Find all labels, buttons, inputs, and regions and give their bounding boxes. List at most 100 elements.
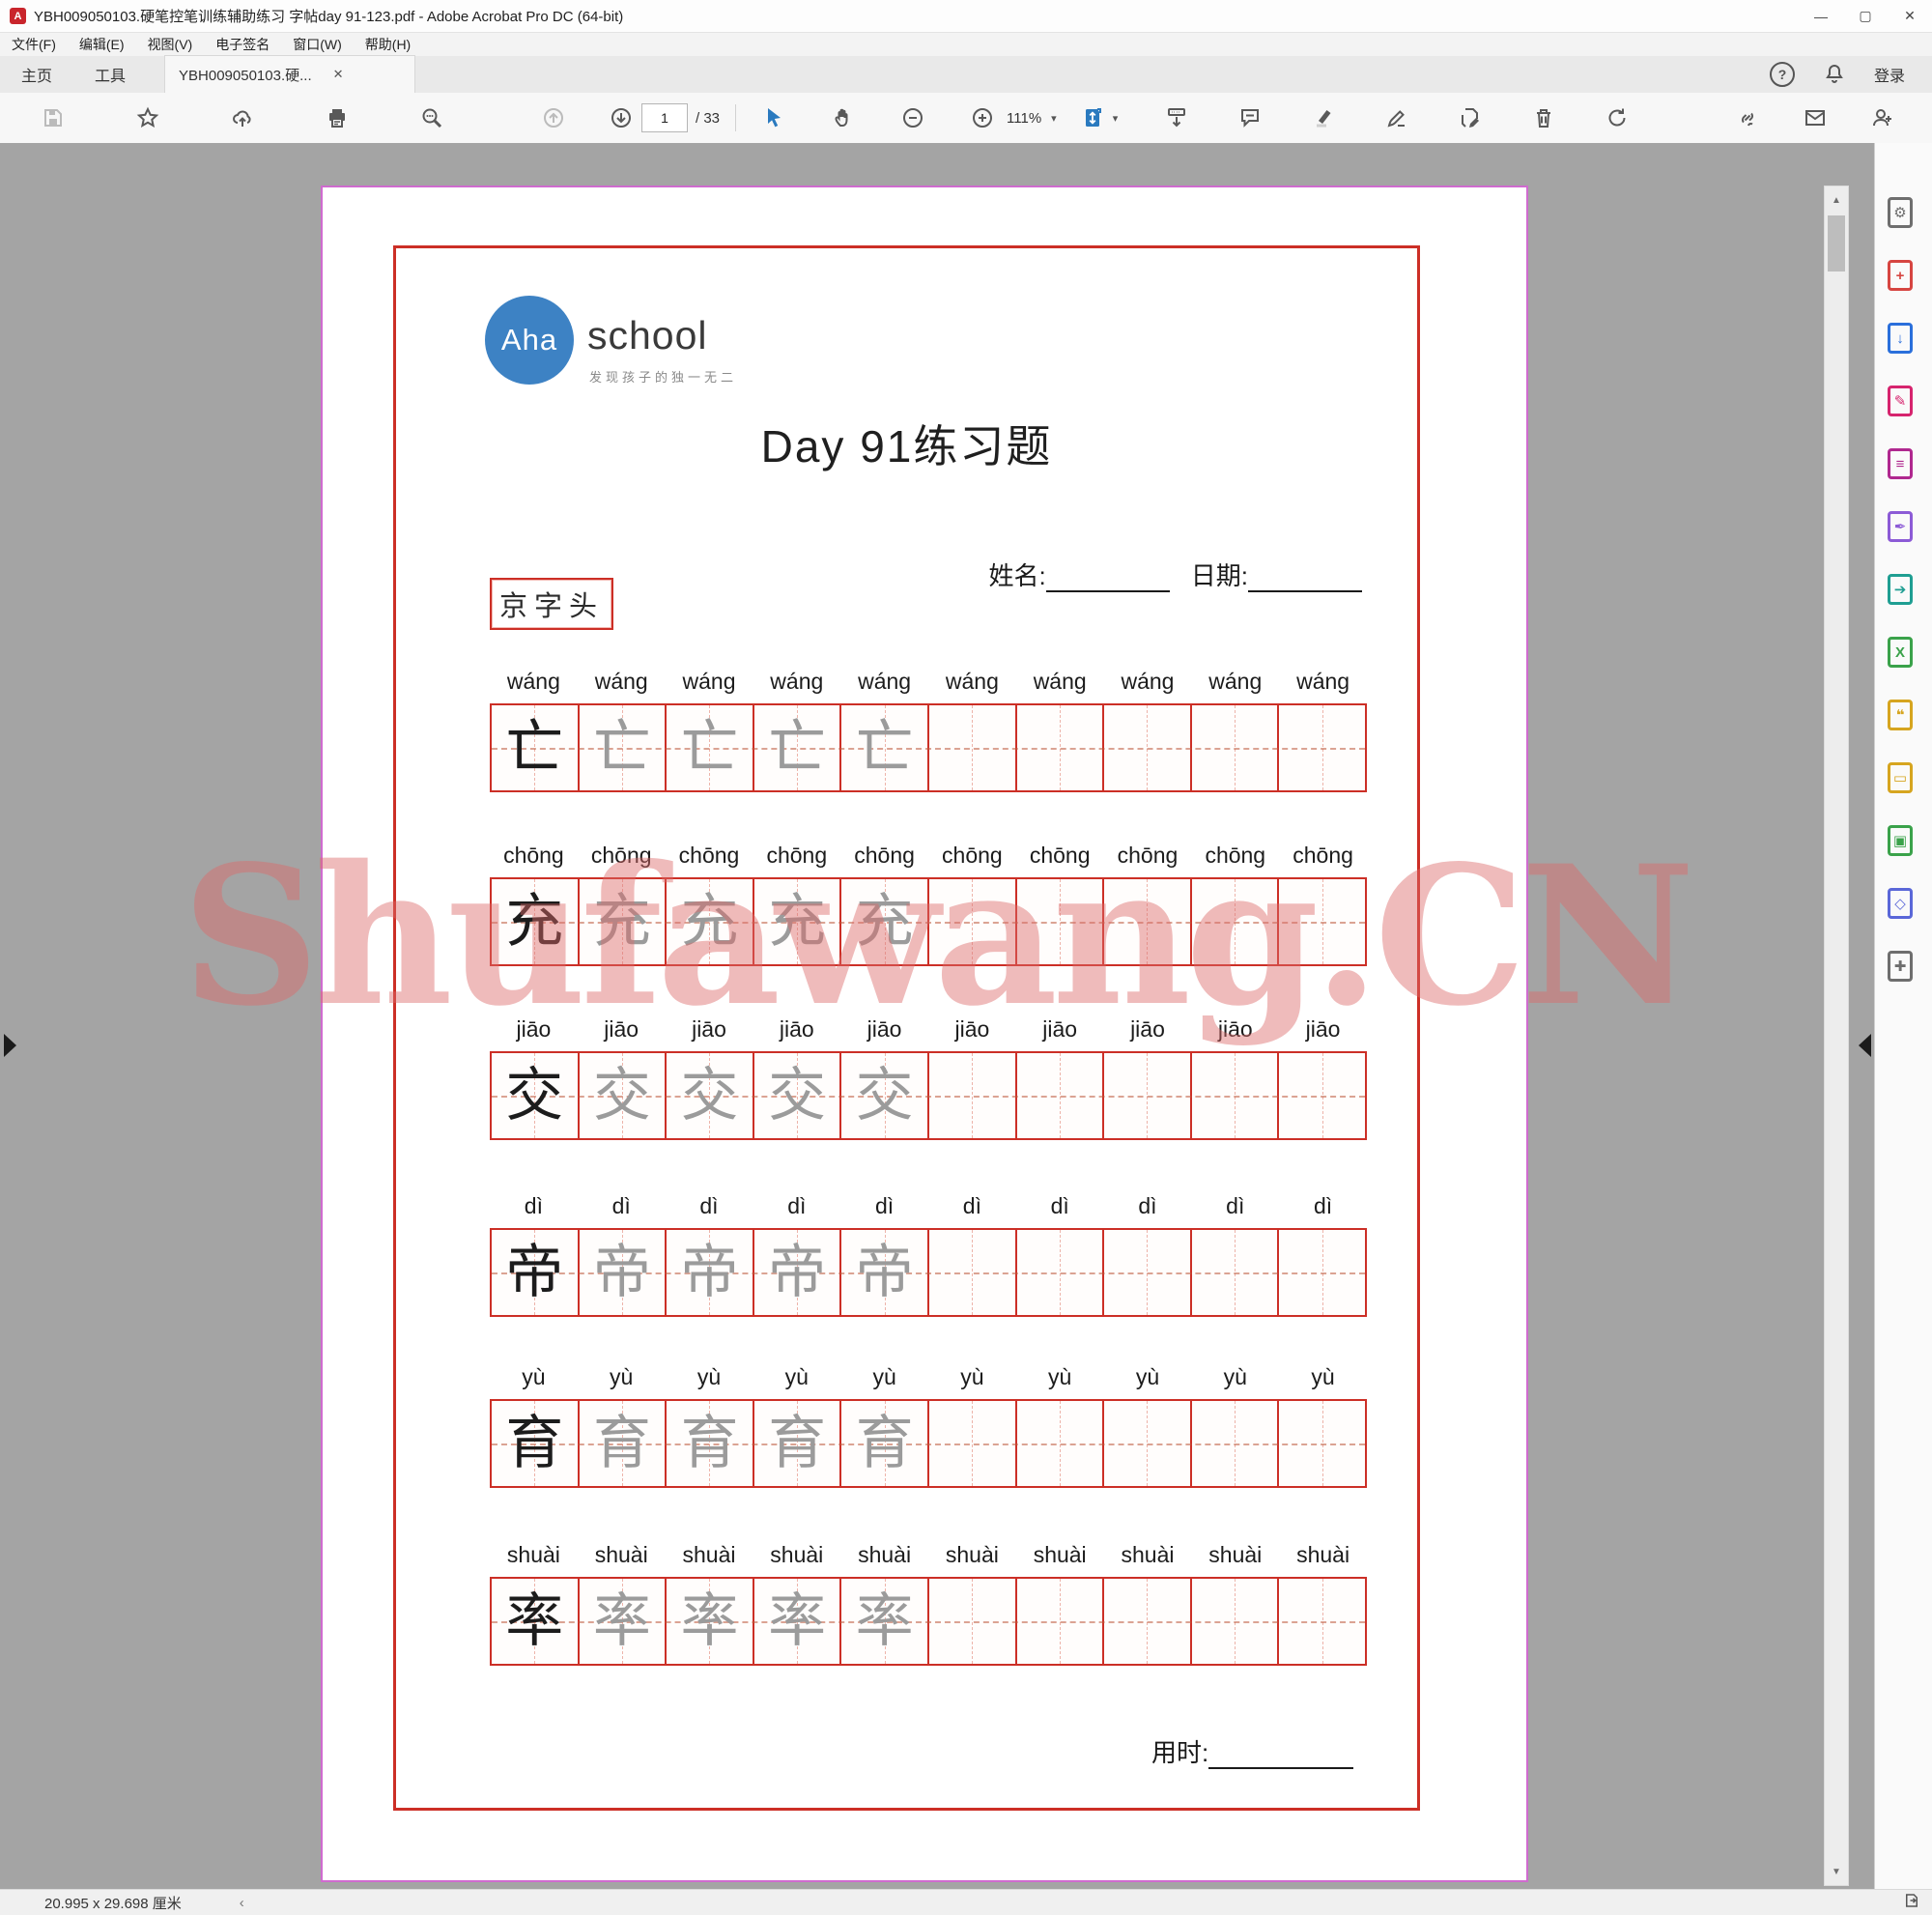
fill-sign-icon[interactable]: ✒ xyxy=(1888,511,1920,544)
zoom-out-icon[interactable] xyxy=(898,103,927,132)
page-total-label: / 33 xyxy=(696,110,720,127)
name-date-line: 姓名: 日期: xyxy=(323,557,1362,592)
tab-close-icon[interactable]: ✕ xyxy=(333,67,344,82)
tab-document[interactable]: YBH009050103.硬... ✕ xyxy=(164,55,415,93)
practice-cell xyxy=(1192,1579,1280,1664)
tab-bar: 主页 工具 YBH009050103.硬... ✕ ? 登录 xyxy=(0,56,1932,93)
menu-item[interactable]: 电子签名 xyxy=(204,33,281,56)
zoom-dropdown-caret-icon[interactable]: ▾ xyxy=(1051,112,1057,125)
maximize-button[interactable]: ▢ xyxy=(1843,0,1888,32)
notifications-bell-icon[interactable] xyxy=(1820,60,1849,89)
pinyin-label: dì xyxy=(1016,1193,1104,1228)
time-line: 用时: xyxy=(1151,1733,1353,1769)
practice-cell: 帝 xyxy=(754,1230,842,1315)
scroll-up-icon[interactable]: ▲ xyxy=(1825,188,1848,212)
select-tool-icon[interactable] xyxy=(759,103,788,132)
help-icon[interactable]: ? xyxy=(1770,62,1795,87)
pinyin-label: yù xyxy=(1191,1364,1279,1399)
highlight-icon[interactable] xyxy=(1309,103,1338,132)
minimize-button[interactable]: — xyxy=(1799,0,1843,32)
page-number-input[interactable] xyxy=(641,103,688,132)
scroll-down-icon[interactable]: ▼ xyxy=(1825,1860,1848,1883)
tab-tools[interactable]: 工具 xyxy=(73,56,147,93)
sign-icon[interactable] xyxy=(1382,103,1411,132)
pinyin-label: yù xyxy=(840,1364,928,1399)
practice-cell xyxy=(1017,1053,1105,1138)
practice-cell: 交 xyxy=(580,1053,668,1138)
zoom-in-icon[interactable] xyxy=(968,103,997,132)
delete-pages-icon[interactable] xyxy=(1529,103,1558,132)
login-button[interactable]: 登录 xyxy=(1874,63,1905,86)
menu-item[interactable]: 帮助(H) xyxy=(354,33,422,56)
edit-export-icon[interactable] xyxy=(1456,103,1485,132)
expand-panel-icon[interactable] xyxy=(1903,1892,1920,1913)
fit-width-icon[interactable] xyxy=(1078,103,1107,132)
scroll-mode-icon[interactable] xyxy=(1162,103,1191,132)
practice-cell: 率 xyxy=(841,1579,929,1664)
pdf-page[interactable]: Aha school 发现孩子的独一无二 Day 91练习题 姓名: 日期: 京… xyxy=(321,186,1528,1882)
pinyin-label: shuài xyxy=(1191,1542,1279,1577)
export-pdf-icon[interactable]: ↓ xyxy=(1888,323,1920,356)
right-panel-toggle-icon[interactable] xyxy=(1859,1034,1871,1057)
next-page-icon[interactable] xyxy=(607,103,636,132)
zoom-level-value[interactable]: 111% xyxy=(1007,110,1041,127)
trace-character: 交 xyxy=(667,1053,753,1138)
more-tools-icon[interactable]: ✚ xyxy=(1888,951,1920,984)
menu-item[interactable]: 视图(V) xyxy=(136,33,205,56)
print-icon[interactable] xyxy=(323,103,352,132)
edit-pdf-icon[interactable]: ✎ xyxy=(1888,386,1920,418)
pinyin-label: wáng xyxy=(490,669,578,703)
tab-home[interactable]: 主页 xyxy=(0,56,73,93)
pinyin-label: jiāo xyxy=(1104,1016,1192,1051)
example-character: 率 xyxy=(492,1579,578,1664)
pinyin-label: chōng xyxy=(1279,843,1367,877)
pinyin-label: chōng xyxy=(1191,843,1279,877)
comment-panel-icon[interactable]: ▭ xyxy=(1888,762,1920,795)
practice-cell xyxy=(1192,1053,1280,1138)
export-excel-icon[interactable]: X xyxy=(1888,637,1920,670)
refresh-icon[interactable] xyxy=(1603,103,1632,132)
previous-page-icon[interactable] xyxy=(539,103,568,132)
menu-item[interactable]: 编辑(E) xyxy=(68,33,136,56)
vertical-scrollbar[interactable]: ▲ ▼ xyxy=(1824,186,1849,1886)
save-icon[interactable] xyxy=(39,103,68,132)
title-bar: A YBH009050103.硬笔控笔训练辅助练习 字帖day 91-123.p… xyxy=(0,0,1932,33)
star-icon[interactable] xyxy=(133,103,162,132)
organize-pages-icon[interactable]: ≡ xyxy=(1888,448,1920,481)
request-signature-icon[interactable]: ❝ xyxy=(1888,700,1920,732)
view-settings-icon[interactable]: ⚙ xyxy=(1888,197,1920,230)
export-pdf-icon: ↓ xyxy=(1888,323,1913,354)
send-review-icon[interactable]: ➔ xyxy=(1888,574,1920,607)
practice-cell xyxy=(1017,705,1105,790)
trace-character: 育 xyxy=(841,1401,927,1486)
protect-icon[interactable]: ◇ xyxy=(1888,888,1920,921)
practice-grid: 充充充充充 xyxy=(490,877,1367,966)
close-button[interactable]: ✕ xyxy=(1888,0,1932,32)
share-cloud-icon[interactable] xyxy=(228,103,257,132)
practice-cell xyxy=(1279,1230,1365,1315)
menu-item[interactable]: 文件(F) xyxy=(0,33,68,56)
trace-character: 交 xyxy=(754,1053,840,1138)
fit-dropdown-caret-icon[interactable]: ▾ xyxy=(1113,112,1119,125)
email-icon[interactable] xyxy=(1801,103,1830,132)
hand-tool-icon[interactable] xyxy=(829,103,858,132)
left-panel-toggle-icon[interactable] xyxy=(4,1034,16,1057)
date-label: 日期: xyxy=(1191,557,1248,592)
comment-icon[interactable] xyxy=(1236,103,1264,132)
search-icon[interactable] xyxy=(417,103,446,132)
menu-item[interactable]: 窗口(W) xyxy=(281,33,354,56)
practice-cell: 育 xyxy=(841,1401,929,1486)
scan-ocr-icon[interactable]: ▣ xyxy=(1888,825,1920,858)
add-account-icon[interactable] xyxy=(1868,103,1897,132)
practice-row: chōngchōngchōngchōngchōngchōngchōngchōng… xyxy=(490,843,1367,966)
practice-cell: 率 xyxy=(580,1579,668,1664)
document-canvas[interactable]: Aha school 发现孩子的独一无二 Day 91练习题 姓名: 日期: 京… xyxy=(0,143,1932,1889)
fill-sign-icon: ✒ xyxy=(1888,511,1913,542)
pinyin-label: jiāo xyxy=(753,1016,840,1051)
pinyin-label: yù xyxy=(753,1364,840,1399)
hscroll-left-icon[interactable]: ‹ xyxy=(240,1895,244,1911)
share-link-icon[interactable] xyxy=(1733,103,1762,132)
scrollbar-thumb[interactable] xyxy=(1828,215,1845,272)
pinyin-label: yù xyxy=(666,1364,753,1399)
create-pdf-icon[interactable]: + xyxy=(1888,260,1920,293)
